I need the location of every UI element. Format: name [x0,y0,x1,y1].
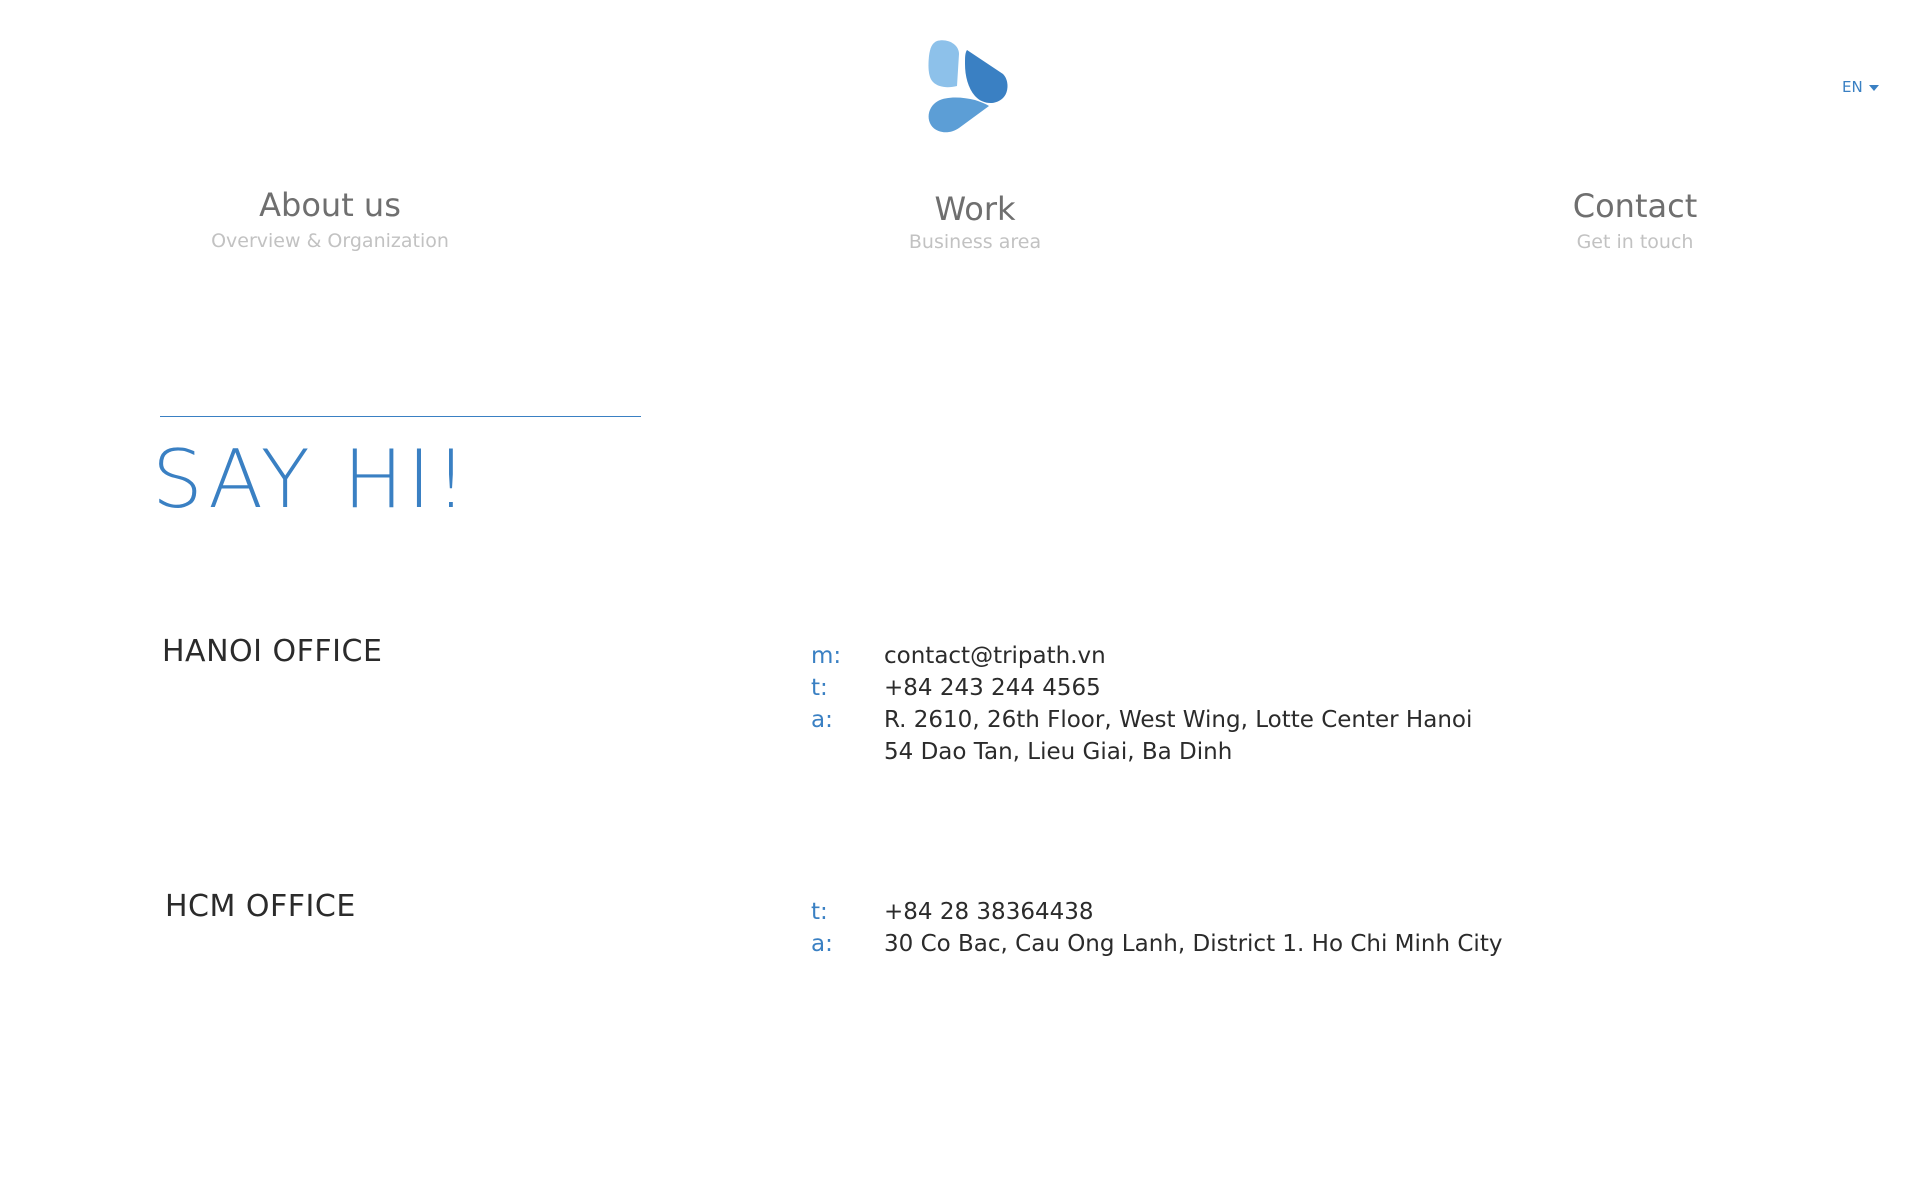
nav-contact-subtitle: Get in touch [1576,231,1694,254]
hcm-address-line: 30 Co Bac, Cau Ong Lanh, District 1. Ho … [884,931,1503,957]
page-heading: SAY HI! [152,433,471,526]
detail-key: m: [811,643,842,669]
hcm-phone-link[interactable]: +84 28 38364438 [884,896,1094,928]
office-title-hanoi: HANOI OFFICE [162,634,383,669]
page: EN About us Overview & Organization Work… [0,0,1920,1200]
nav-contact-title: Contact [1572,187,1698,225]
detail-key: a: [811,931,833,957]
nav-work-title: Work [934,190,1016,228]
language-selector[interactable]: EN [1842,78,1879,96]
nav-about-us[interactable]: About us Overview & Organization [211,186,449,252]
company-logo-icon[interactable] [925,36,1017,136]
detail-key: t: [811,899,828,925]
hanoi-address-line-2: 54 Dao Tan, Lieu Giai, Ba Dinh [884,739,1233,765]
nav-work[interactable]: Work Business area [909,190,1041,253]
hanoi-phone-link[interactable]: +84 243 244 4565 [884,672,1101,704]
detail-key: a: [811,707,833,733]
hanoi-email-link[interactable]: contact@tripath.vn [884,640,1106,672]
language-label: EN [1842,78,1863,96]
nav-work-subtitle: Business area [908,231,1042,254]
nav-about-us-subtitle: Overview & Organization [211,230,449,253]
nav-contact[interactable]: Contact Get in touch [1573,187,1698,253]
hanoi-address-line-1: R. 2610, 26th Floor, West Wing, Lotte Ce… [884,707,1473,733]
heading-divider [160,416,641,417]
nav-about-us-title: About us [259,186,401,224]
detail-key: t: [811,675,828,701]
caret-down-icon [1868,85,1879,91]
office-title-hcm: HCM OFFICE [165,889,356,924]
